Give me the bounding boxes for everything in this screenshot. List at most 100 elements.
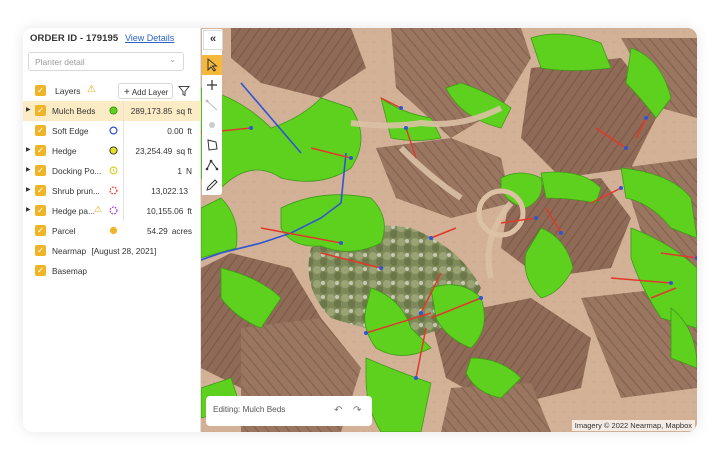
layer-value: 54.29 acres [147,226,192,236]
layer-name: Nearmap [August 28, 2021] [52,246,156,256]
layer-checkbox[interactable]: ✓ [35,125,46,136]
expand-arrow-icon[interactable]: ▶ [26,206,31,213]
map-attribution: Imagery © 2022 Nearmap, Mapbox [571,420,695,431]
layer-value: 23,254.49 sq ft [135,146,192,156]
expand-arrow-icon[interactable]: ▶ [26,166,31,173]
layer-value: 289,173.85 sq ft [131,106,192,116]
layer-unit: acres [171,226,192,236]
layer-checkbox[interactable]: ✓ [35,165,46,176]
layer-checkbox[interactable]: ✓ [35,225,46,236]
pointer-icon[interactable] [202,55,222,75]
divider [123,201,124,221]
layer-checkbox[interactable]: ✓ [35,265,46,276]
layer-value: 13,022.13 [151,186,192,196]
app-window: ORDER ID - 179195 View Details Planter d… [23,28,697,432]
layer-value: 1N [177,166,192,176]
order-id: ORDER ID - 179195 [30,33,119,44]
layer-name: Mulch Beds [52,106,96,116]
warning-icon: ⚠ [94,204,103,214]
purple-dashed-ring-icon [109,206,118,215]
chevron-down-icon: ⌄ [169,55,176,64]
layer-checkbox[interactable]: ✓ [35,145,46,156]
undo-icon[interactable]: ↶ [334,405,342,416]
expand-arrow-icon[interactable]: ▶ [26,146,31,153]
add-layer-label: Add Layer [131,88,169,97]
nearmap-label: Nearmap [52,246,87,256]
layer-checkbox[interactable]: ✓ [35,185,46,196]
yellow-dot-icon [109,146,118,155]
expand-arrow-icon[interactable]: ▶ [26,186,31,193]
filter-icon[interactable] [178,85,190,97]
layer-name: Parcel [52,226,76,236]
view-select-value: Planter detail [35,57,85,67]
add-layer-button[interactable]: + Add Layer [118,83,173,99]
line-icon[interactable] [202,95,222,115]
layer-name: Soft Edge [52,126,89,136]
layer-row-hedge-pa[interactable]: ▶ ✓ Hedge pa... ⚠ 10,155.06 ft [23,201,201,221]
plus-icon: + [124,87,130,98]
editing-label: Editing: Mulch Beds [213,405,286,414]
layer-row-basemap[interactable]: ✓ Basemap [23,261,201,281]
drawing-toolbar: « [202,29,223,195]
layer-name: Hedge [52,146,77,156]
layer-unit: ft [187,126,192,136]
layer-measure: 0.00 [167,126,184,136]
layer-unit: sq ft [176,106,192,116]
layer-checkbox[interactable]: ✓ [35,205,46,216]
layer-unit: sq ft [176,146,192,156]
order-header: ORDER ID - 179195 View Details [30,33,174,44]
layer-unit: N [186,166,192,176]
editing-status-panel: Editing: Mulch Beds ↶ ↷ [206,396,372,426]
layer-value: 0.00 ft [167,126,192,136]
layer-name: Basemap [52,266,88,276]
layer-measure: 10,155.06 [146,206,184,216]
nearmap-date: [August 28, 2021] [91,246,157,256]
clock-icon [109,166,118,175]
map-canvas[interactable]: « Editing: Mulch Beds ↶ ↷ Imagery © 2022… [201,28,697,432]
layer-value: 10,155.06 ft [146,206,192,216]
layer-name: Hedge pa... [52,206,95,216]
layer-row-nearmap[interactable]: ✓ Nearmap [August 28, 2021] [23,241,201,261]
view-select[interactable]: Planter detail ⌄ [28,52,184,71]
plus-icon[interactable] [202,75,222,95]
divider [123,121,124,141]
expand-arrow-icon[interactable]: ▶ [26,106,31,113]
warning-icon: ⚠ [87,84,96,95]
layer-row-soft-edge[interactable]: ✓ Soft Edge 0.00 ft [23,121,201,141]
point-icon[interactable] [202,115,222,135]
layer-row-shrub-pruning[interactable]: ▶ ✓ Shrub prun... 13,022.13 [23,181,201,201]
polygon-icon[interactable] [202,135,222,155]
pencil-icon[interactable] [202,175,222,195]
divider [123,181,124,201]
layers-title: Layers [55,86,81,96]
layer-measure: 54.29 [146,226,168,236]
divider [123,141,124,161]
divider [123,161,124,181]
layer-row-mulch-beds[interactable]: ▶ ✓ Mulch Beds 289,173.85 sq ft [23,101,201,121]
layer-row-docking-po[interactable]: ▶ ✓ Docking Po... 1N [23,161,201,181]
layer-unit: ft [187,206,192,216]
layer-row-parcel[interactable]: ✓ Parcel 54.29 acres [23,221,201,241]
divider [123,101,124,121]
collapse-icon[interactable]: « [203,30,223,50]
layers-sidebar: ORDER ID - 179195 View Details Planter d… [23,28,201,432]
layer-measure: 289,173.85 [130,106,173,116]
layer-measure: 1 [177,166,182,176]
layer-checkbox[interactable]: ✓ [35,105,46,116]
layers-all-checkbox[interactable]: ✓ [35,85,46,96]
layers-header: ✓ Layers ⚠ + Add Layer [23,80,201,102]
aerial-imagery [201,28,697,432]
layer-name: Docking Po... [52,166,102,176]
red-dashed-ring-icon [109,186,118,195]
view-details-link[interactable]: View Details [125,33,174,43]
layer-row-hedge[interactable]: ▶ ✓ Hedge 23,254.49 sq ft [23,141,201,161]
blue-ring-icon [109,126,118,135]
layer-checkbox[interactable]: ✓ [35,245,46,256]
vertex-edit-icon[interactable] [202,155,222,175]
redo-icon[interactable]: ↷ [353,405,361,416]
layer-measure: 13,022.13 [151,186,188,196]
layer-name: Shrub prun... [52,186,100,196]
layer-measure: 23,254.49 [135,146,173,156]
green-dot-icon [109,106,118,115]
amber-dot-icon [109,226,118,235]
